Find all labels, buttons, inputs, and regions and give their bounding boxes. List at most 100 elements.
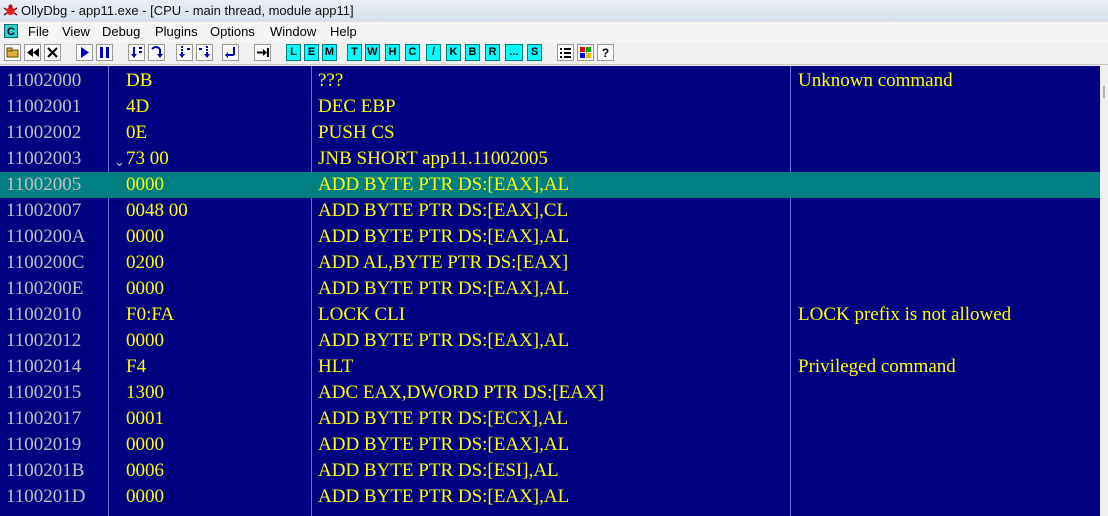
run-icon[interactable] [76,44,93,61]
address-cell: 1100200A [6,226,86,247]
disassembly-cell: ??? [318,70,344,91]
windows-button[interactable]: W [365,44,380,61]
handles-button[interactable]: H [385,44,400,61]
code-row[interactable]: 11002017 0001 ADD BYTE PTR DS:[ECX],AL [0,406,1100,432]
disassembly-cell: ADD BYTE PTR DS:[ESI],AL [318,460,559,481]
hex-dump-cell: 0000 [126,486,164,507]
pause-icon[interactable] [96,44,113,61]
disassembly-cell: ADD BYTE PTR DS:[EAX],AL [318,278,570,299]
selected-code-row[interactable]: 11002005 0000 ADD BYTE PTR DS:[EAX],AL [0,172,1100,198]
hex-dump-cell: 0200 [126,252,164,273]
disassembly-cell: ADD BYTE PTR DS:[EAX],CL [318,200,569,221]
code-row[interactable]: 1100200E 0000 ADD BYTE PTR DS:[EAX],AL [0,276,1100,302]
disassembly-cell: DEC EBP [318,96,396,117]
breakpoints-button[interactable]: B [465,44,480,61]
title-bar: OllyDbg - app11.exe - [CPU - main thread… [0,0,1108,23]
vertical-scrollbar[interactable] [1100,66,1108,516]
code-row[interactable]: 1100201B 0006 ADD BYTE PTR DS:[ESI],AL [0,458,1100,484]
hex-dump-cell: 0048 00 [126,200,188,221]
open-icon[interactable] [4,44,21,61]
menu-view[interactable]: View [62,24,90,39]
list-icon[interactable] [557,44,574,61]
cpu-window-icon[interactable]: C [4,24,18,38]
comment-cell: LOCK prefix is not allowed [798,304,1012,325]
code-row[interactable]: 1100200A 0000 ADD BYTE PTR DS:[EAX],AL [0,224,1100,250]
code-row[interactable]: 11002001 4D DEC EBP [0,94,1100,120]
hex-dump-cell: DB [126,70,153,91]
hex-dump-cell: F4 [126,356,147,377]
trace-into-icon[interactable] [176,44,193,61]
address-cell: 11002001 [6,96,82,117]
menu-window[interactable]: Window [270,24,316,39]
menu-help[interactable]: Help [330,24,357,39]
close-icon[interactable] [44,44,61,61]
address-cell: 11002014 [6,356,82,377]
colors-icon[interactable] [577,44,594,61]
disassembly-cell: ADD BYTE PTR DS:[ECX],AL [318,408,569,429]
code-row[interactable]: 11002007 0048 00 ADD BYTE PTR DS:[EAX],CL [0,198,1100,224]
goto-icon[interactable] [254,44,271,61]
menu-debug[interactable]: Debug [102,24,140,39]
patches-button[interactable]: / [426,44,441,61]
hex-dump-cell: F0:FA [126,304,175,325]
disassembly-cell: ADD BYTE PTR DS:[EAX],AL [318,330,570,351]
toolbar: L E M T W H C / K B R ... S ? [0,42,1108,65]
run-trace-button[interactable]: ... [505,44,523,61]
menu-options[interactable]: Options [210,24,255,39]
address-cell: 11002019 [6,434,82,455]
address-cell: 1100200E [6,278,84,299]
disassembly-cell: JNB SHORT app11.11002005 [318,148,548,169]
threads-button[interactable]: T [347,44,362,61]
executable-modules-button[interactable]: E [304,44,319,61]
step-over-icon[interactable] [148,44,165,61]
disassembly-cell: LOCK CLI [318,304,406,325]
address-cell: 11002012 [6,330,82,351]
log-window-button[interactable]: L [286,44,301,61]
scrollbar-thumb[interactable] [1103,86,1105,98]
rewind-icon[interactable] [24,44,41,61]
code-row[interactable]: 11002014 F4 HLT Privileged command [0,354,1100,380]
disassembly-cell: ADC EAX,DWORD PTR DS:[EAX] [318,382,605,403]
address-cell: 11002015 [6,382,82,403]
hex-dump-cell: 73 00 [126,148,169,169]
window-title: OllyDbg - app11.exe - [CPU - main thread… [21,3,354,18]
address-cell: 11002007 [6,200,82,221]
address-cell: 1100201B [6,460,85,481]
code-row[interactable]: 11002015 1300 ADC EAX,DWORD PTR DS:[EAX] [0,380,1100,406]
help-icon[interactable]: ? [597,44,614,61]
code-row[interactable]: 11002002 0E PUSH CS [0,120,1100,146]
disassembly-cell: ADD BYTE PTR DS:[EAX],AL [318,486,570,507]
code-row[interactable]: 11002019 0000 ADD BYTE PTR DS:[EAX],AL [0,432,1100,458]
code-row[interactable]: 11002003 73 00 JNB SHORT app11.11002005 ⌄ [0,146,1100,172]
code-row[interactable]: 11002010 F0:FA LOCK CLI LOCK prefix is not … [0,302,1100,328]
disassembly-cell: ADD BYTE PTR DS:[EAX],AL [318,434,570,455]
address-cell: 11002000 [6,70,82,91]
memory-map-button[interactable]: M [322,44,337,61]
address-cell: 11002017 [6,408,82,429]
disassembly-pane[interactable]: 11002000 DB??? Unknown command 11002001 4D DE… [0,66,1100,516]
hex-dump-cell: 0000 [126,226,164,247]
hex-dump-cell: 0000 [126,330,164,351]
hex-dump-cell: 1300 [126,382,164,403]
call-stack-button[interactable]: K [446,44,461,61]
hex-dump-cell: 0000 [126,278,164,299]
step-into-icon[interactable] [128,44,145,61]
disassembly-cell: ADD AL,BYTE PTR DS:[EAX] [318,252,569,273]
code-row[interactable]: 11002000 DB??? Unknown command [0,68,1100,94]
source-button[interactable]: S [527,44,542,61]
hex-dump-cell: 0000 [126,434,164,455]
code-row[interactable]: 1100201D 0000 ADD BYTE PTR DS:[EAX],AL [0,484,1100,510]
cpu-button[interactable]: C [405,44,420,61]
hex-dump-cell: 0006 [126,460,164,481]
code-row[interactable]: 11002012 0000 ADD BYTE PTR DS:[EAX],AL [0,328,1100,354]
comment-cell: Unknown command [798,70,953,91]
references-button[interactable]: R [485,44,500,61]
code-row[interactable]: 1100200C 0200 ADD AL,BYTE PTR DS:[EAX] [0,250,1100,276]
menu-plugins[interactable]: Plugins [155,24,198,39]
execute-till-return-icon[interactable] [222,44,239,61]
menu-bar: C File View Debug Plugins Options Window… [0,22,1108,43]
menu-file[interactable]: File [28,24,49,39]
trace-over-icon[interactable] [196,44,213,61]
hex-dump-cell: 4D [126,96,150,117]
address-cell: 11002002 [6,122,82,143]
